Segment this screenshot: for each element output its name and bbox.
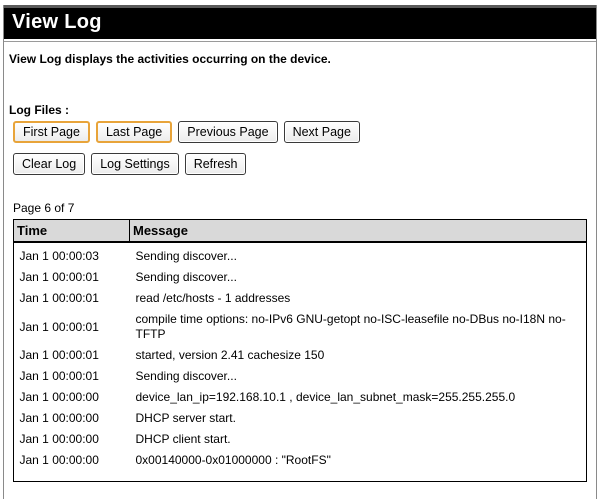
previous-page-button[interactable]: Previous Page: [178, 121, 278, 143]
log-time: Jan 1 00:00:03: [19, 249, 99, 263]
log-message: compile time options: no-IPv6 GNU-getopt…: [135, 312, 566, 341]
title-divider: [4, 41, 596, 42]
table-row: Jan 1 00:00:03 Sending discover...: [14, 242, 587, 267]
log-message: read /etc/hosts - 1 addresses: [135, 291, 291, 305]
log-time: Jan 1 00:00:00: [19, 411, 99, 425]
log-message: Sending discover...: [135, 249, 237, 263]
log-message: started, version 2.41 cachesize 150: [135, 348, 325, 362]
log-message: DHCP client start.: [135, 432, 231, 446]
log-settings-button[interactable]: Log Settings: [91, 153, 179, 175]
first-page-button[interactable]: First Page: [13, 121, 90, 143]
table-row: Jan 1 00:00:00 0x00140000-0x01000000 : "…: [14, 450, 587, 471]
title-bar: View Log: [4, 5, 596, 39]
clear-log-button[interactable]: Clear Log: [13, 153, 86, 175]
table-row: Jan 1 00:00:01 Sending discover...: [14, 366, 587, 387]
table-row: Jan 1 00:00:01 Sending discover...: [14, 267, 587, 288]
log-time: Jan 1 00:00:01: [19, 270, 99, 284]
log-time: Jan 1 00:00:01: [19, 291, 99, 305]
pagination-button-row: First Page Last Page Previous Page Next …: [13, 121, 360, 143]
log-time: Jan 1 00:00:00: [19, 432, 99, 446]
log-files-label: Log Files :: [9, 103, 69, 117]
log-message: Sending discover...: [135, 270, 237, 284]
table-row: Jan 1 00:00:00 DHCP server start.: [14, 408, 587, 429]
page-description: View Log displays the activities occurri…: [9, 52, 331, 66]
log-message: 0x00140000-0x01000000 : "RootFS": [135, 453, 331, 467]
column-header-time: Time: [13, 219, 130, 243]
table-row: Jan 1 00:00:01 read /etc/hosts - 1 addre…: [14, 288, 587, 309]
log-table: Time Message Jan 1 00:00:03 Sending disc…: [13, 219, 587, 471]
table-row: Jan 1 00:00:01 compile time options: no-…: [14, 309, 587, 345]
log-time: Jan 1 00:00:00: [19, 453, 99, 467]
table-row: Jan 1 00:00:00 device_lan_ip=192.168.10.…: [14, 387, 587, 408]
last-page-button[interactable]: Last Page: [95, 121, 173, 143]
table-row: Jan 1 00:00:01 started, version 2.41 cac…: [14, 345, 587, 366]
log-action-button-row: Clear Log Log Settings Refresh: [13, 153, 247, 175]
table-row: Jan 1 00:00:00 DHCP client start.: [14, 429, 587, 450]
page-title: View Log: [12, 11, 102, 33]
log-time: Jan 1 00:00:01: [19, 319, 99, 334]
next-page-button[interactable]: Next Page: [283, 121, 360, 143]
log-message: DHCP server start.: [135, 411, 236, 425]
refresh-button[interactable]: Refresh: [184, 153, 247, 175]
log-time: Jan 1 00:00:00: [19, 390, 99, 404]
table-header-row: Time Message: [13, 219, 587, 243]
log-time: Jan 1 00:00:01: [19, 348, 99, 362]
page-indicator: Page 6 of 7: [13, 201, 75, 215]
log-time: Jan 1 00:00:01: [19, 369, 99, 383]
log-message: device_lan_ip=192.168.10.1 , device_lan_…: [135, 390, 516, 404]
log-message: Sending discover...: [135, 369, 237, 383]
column-header-message: Message: [129, 219, 587, 243]
